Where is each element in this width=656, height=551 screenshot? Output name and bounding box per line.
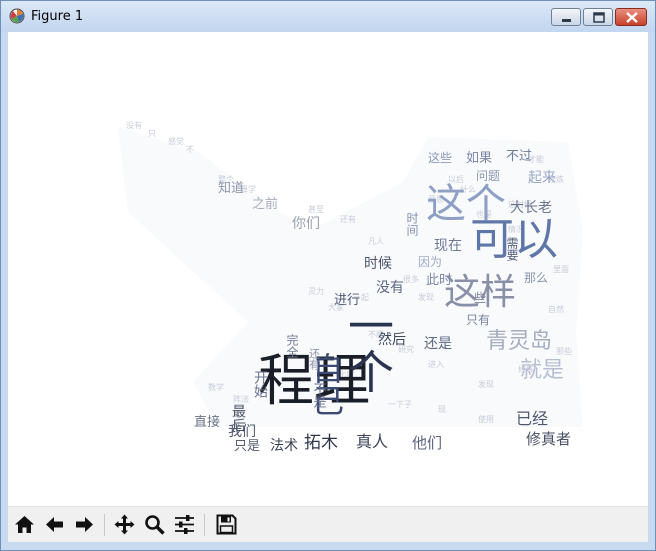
figure-canvas[interactable]: 没有只感觉 不整个 算学 甚至 还有 凡人 意思 什么 才能 修炼 里面 自然 那些 修炼 发现 … <box>8 32 648 506</box>
cloud-word: 之前 <box>252 196 278 212</box>
svg-text:凡人: 凡人 <box>368 237 384 246</box>
svg-text:那些: 那些 <box>556 346 572 356</box>
cloud-word: 已经 <box>516 409 548 428</box>
minimize-button[interactable] <box>551 8 581 26</box>
close-icon <box>626 12 638 23</box>
forward-button[interactable] <box>71 511 98 538</box>
cloud-word: 然后 <box>378 331 406 348</box>
svg-text:感觉: 感觉 <box>168 136 184 146</box>
toolbar-separator <box>204 514 205 536</box>
home-button[interactable] <box>11 511 38 538</box>
svg-text:使用: 使用 <box>478 414 494 424</box>
cloud-word: 真人 <box>356 432 388 451</box>
magnifier-icon <box>145 515 165 535</box>
save-button[interactable] <box>213 511 240 538</box>
word-cloud: 没有只感觉 不整个算学 甚至还有凡人 意思什么才能 修炼里面自然 那些修炼发现 … <box>118 120 583 454</box>
cloud-word: 需要 <box>505 237 519 262</box>
svg-text:发现: 发现 <box>478 379 494 389</box>
minimize-icon <box>562 19 571 22</box>
cloud-word: 只是 <box>234 439 260 454</box>
zoom-button[interactable] <box>141 511 168 538</box>
cloud-word: 一个 <box>341 302 395 394</box>
cloud-word: 开始 <box>252 370 268 398</box>
matplotlib-icon <box>9 8 25 24</box>
cloud-word: 不是 <box>311 382 327 409</box>
svg-text:自然: 自然 <box>548 304 564 314</box>
cloud-word: 完全 <box>285 333 299 358</box>
svg-text:一下子: 一下子 <box>388 400 412 409</box>
cloud-word: 你们 <box>292 216 320 232</box>
cloud-word: 这些 <box>428 150 452 165</box>
cloud-word: 就是 <box>520 358 564 383</box>
cloud-word: 时候 <box>364 256 392 272</box>
svg-text:只: 只 <box>148 129 156 138</box>
close-button[interactable] <box>615 8 647 26</box>
svg-text:很多: 很多 <box>403 274 419 284</box>
cloud-word: 法术 <box>270 438 298 454</box>
cloud-word: 不过 <box>506 149 532 164</box>
svg-text:进入: 进入 <box>428 360 444 369</box>
cloud-word: 他们 <box>412 434 442 452</box>
client-area: 没有只感觉 不整个 算学 甚至 还有 凡人 意思 什么 才能 修炼 里面 自然 那些 修炼 发现 … <box>8 32 648 542</box>
arrow-left-icon <box>46 517 63 532</box>
svg-text:还有: 还有 <box>340 214 356 224</box>
window-title: Figure 1 <box>31 9 84 24</box>
sliders-icon <box>175 515 194 534</box>
cloud-word: 如果 <box>466 150 492 166</box>
arrow-right-icon <box>76 517 93 532</box>
svg-text:灵力: 灵力 <box>308 286 324 296</box>
cloud-word: 修真者 <box>526 430 571 448</box>
figure-window: Figure 1 没有只感觉 不整个 算学 甚至 还有 凡人 意思 什么 才能 … <box>0 0 656 551</box>
toolbar-separator <box>104 514 105 536</box>
svg-text:没有: 没有 <box>126 120 142 130</box>
cloud-word: 青灵岛 <box>486 329 552 354</box>
move-icon <box>114 514 135 535</box>
floppy-disk-icon <box>216 514 237 535</box>
cloud-word: 只有 <box>466 313 490 327</box>
maximize-button[interactable] <box>583 8 613 26</box>
cloud-word: 知道 <box>218 180 244 196</box>
cloud-word: 问题 <box>476 169 500 183</box>
cloud-word: 此时 <box>426 273 452 288</box>
cloud-word: 那么 <box>524 271 548 285</box>
svg-text:不: 不 <box>186 145 194 154</box>
cloud-word: 直接 <box>194 414 220 430</box>
pan-button[interactable] <box>111 511 138 538</box>
svg-text:发现: 发现 <box>418 292 434 302</box>
cloud-word: 时间 <box>405 212 419 236</box>
svg-text:数学: 数学 <box>208 382 224 392</box>
cloud-word: 还有 <box>308 348 321 371</box>
svg-text:甚至: 甚至 <box>308 205 324 214</box>
configure-subplots-button[interactable] <box>171 511 198 538</box>
cloud-word: 拓木 <box>304 433 338 453</box>
back-button[interactable] <box>41 511 68 538</box>
cloud-word: 因为 <box>418 255 442 269</box>
cloud-word: 最后 <box>230 404 246 432</box>
svg-text:现: 现 <box>438 405 446 414</box>
cloud-word: 起来 <box>528 170 556 186</box>
svg-text:里面: 里面 <box>553 265 569 274</box>
cloud-word: 进行 <box>334 293 360 308</box>
svg-text:阵法: 阵法 <box>233 394 249 404</box>
home-icon <box>15 516 34 533</box>
maximize-icon <box>593 12 605 23</box>
cloud-word: 没有 <box>376 280 404 296</box>
cloud-word: 大长老 <box>510 200 552 216</box>
cloud-word: 现在 <box>434 238 462 254</box>
title-bar[interactable]: Figure 1 <box>1 1 655 32</box>
cloud-word: 还是 <box>424 336 452 352</box>
navigation-toolbar <box>8 506 648 542</box>
cloud-word: 些 <box>474 291 486 305</box>
